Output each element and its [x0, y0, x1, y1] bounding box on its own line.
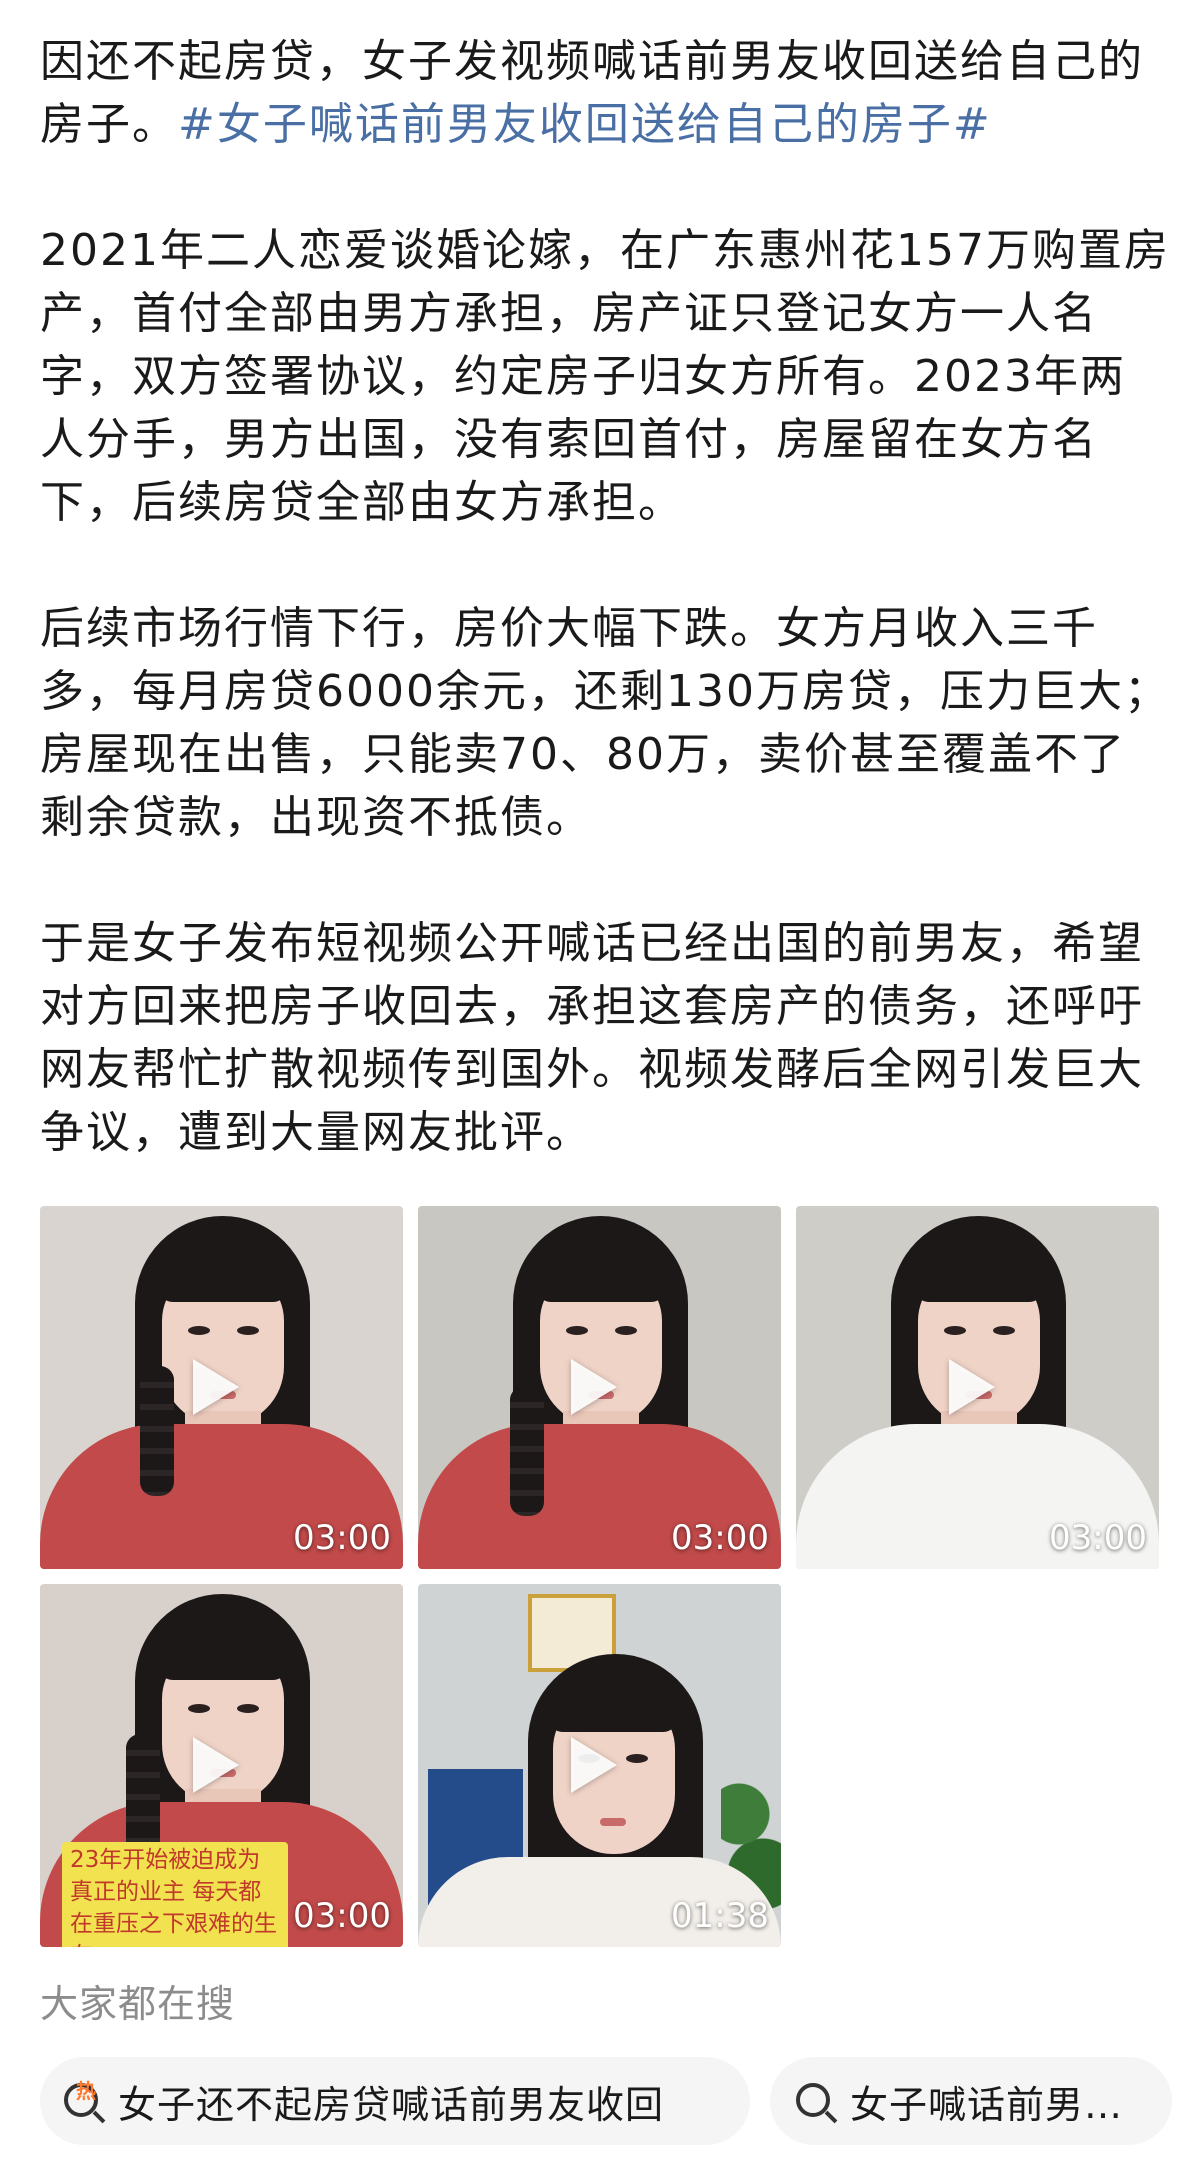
search-suggestion-text: 女子还不起房贷喊话前男友收回: [118, 2082, 665, 2127]
topic-hashtag-link[interactable]: #女子喊话前男友收回送给自己的房子#: [178, 99, 992, 150]
post-paragraph-1: 因还不起房贷，女子发视频喊话前男友收回送给自己的房子。#女子喊话前男友收回送给自…: [40, 30, 1170, 156]
play-icon: [949, 1359, 995, 1415]
trending-search-label: 大家都在搜: [40, 1982, 236, 2026]
hot-badge: 热: [76, 2079, 96, 2103]
search-suggestion-chip-1[interactable]: 热 女子还不起房贷喊话前男友收回: [40, 2057, 750, 2145]
search-suggestion-text: 女子喊话前男…: [850, 2082, 1124, 2127]
play-icon: [571, 1359, 617, 1415]
video-caption: 23年开始被迫成为真正的业主 每天都在重压之下艰难的生存: [62, 1842, 288, 1947]
video-duration: 03:00: [293, 1518, 391, 1558]
video-thumbnail-1[interactable]: 03:00: [40, 1206, 403, 1569]
search-suggestion-chip-2[interactable]: 女子喊话前男…: [770, 2057, 1172, 2145]
post-paragraph-2: 2021年二人恋爱谈婚论嫁，在广东惠州花157万购置房产，首付全部由男方承担，房…: [40, 225, 1170, 528]
video-thumbnail-3[interactable]: 03:00: [796, 1206, 1159, 1569]
video-thumbnail-5[interactable]: 01:38: [418, 1584, 781, 1947]
post-paragraph-3: 后续市场行情下行，房价大幅下跌。女方月收入三千多，每月房贷6000余元，还剩13…: [40, 603, 1170, 843]
play-icon: [193, 1737, 239, 1793]
video-duration: 03:00: [1049, 1518, 1147, 1558]
video-duration: 01:38: [671, 1896, 769, 1936]
video-thumbnail-4[interactable]: 23年开始被迫成为真正的业主 每天都在重压之下艰难的生存 03:00: [40, 1584, 403, 1947]
post-body: 因还不起房贷，女子发视频喊话前男友收回送给自己的房子。#女子喊话前男友收回送给自…: [40, 30, 1170, 1164]
hot-search-icon: 热: [60, 2079, 104, 2123]
post-paragraph-4: 于是女子发布短视频公开喊话已经出国的前男友，希望对方回来把房子收回去，承担这套房…: [40, 918, 1144, 1158]
video-duration: 03:00: [671, 1518, 769, 1558]
play-icon: [193, 1359, 239, 1415]
video-duration: 03:00: [293, 1896, 391, 1936]
video-thumbnail-2[interactable]: 03:00: [418, 1206, 781, 1569]
play-icon: [571, 1737, 617, 1793]
search-icon: [792, 2079, 836, 2123]
